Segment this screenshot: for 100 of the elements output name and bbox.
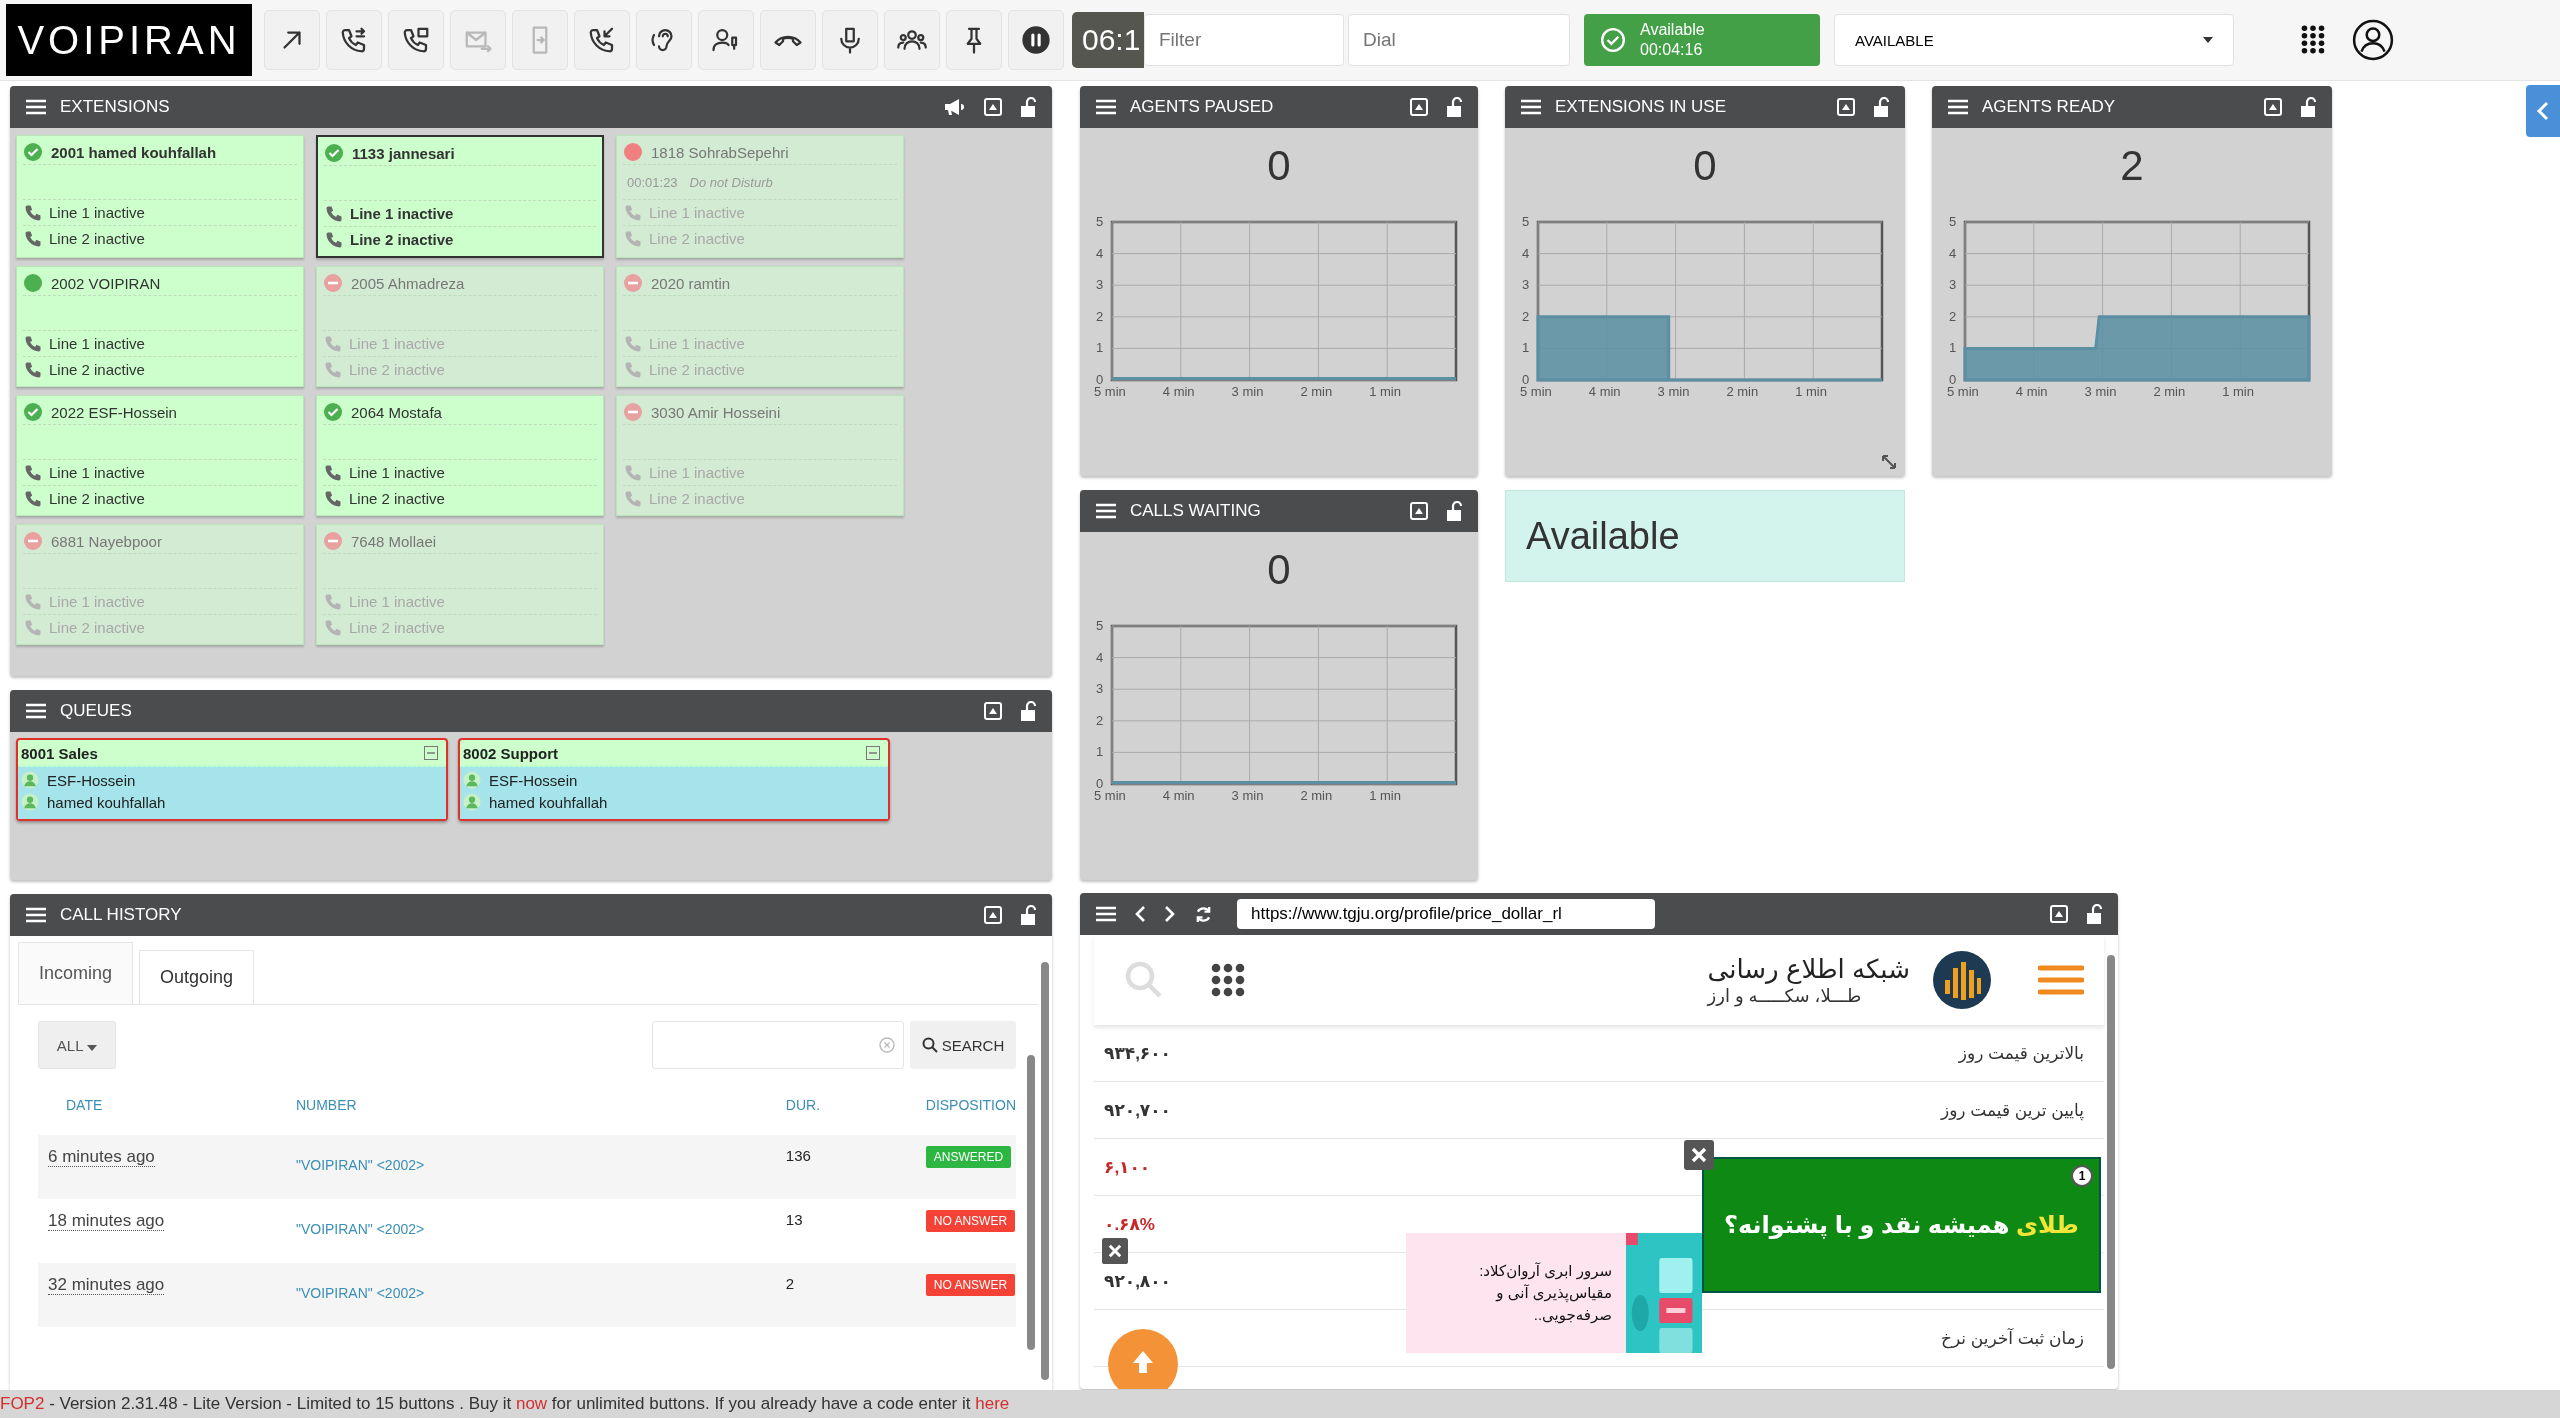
tick-label: 2 min	[1300, 788, 1333, 803]
bar-chart-logo-icon[interactable]	[1932, 950, 1992, 1010]
tick-label: 4	[1096, 649, 1104, 665]
maximize-icon[interactable]	[984, 98, 1002, 116]
line-status: Line 1 inactive	[350, 205, 454, 222]
line-status: Line 1 inactive	[649, 335, 745, 352]
unlock-icon[interactable]	[1020, 905, 1036, 925]
back-icon[interactable]	[1134, 905, 1146, 923]
tick-label: 5 min	[1947, 384, 1979, 399]
megaphone-icon[interactable]	[944, 98, 966, 116]
maximize-icon[interactable]	[1410, 502, 1428, 520]
search-button[interactable]: SEARCH	[910, 1021, 1016, 1069]
pickup-tool-button[interactable]	[574, 10, 630, 70]
extension-card[interactable]: 2002 VOIPIRAN Line 1 inactive Line 2 inactive	[16, 266, 304, 387]
maximize-icon[interactable]	[1837, 98, 1855, 116]
forward-icon[interactable]	[1164, 905, 1176, 923]
forward-tool-button[interactable]	[326, 10, 382, 70]
extension-card[interactable]: 2001 hamed kouhfallah Line 1 inactive Line 2 inactive	[16, 135, 304, 258]
tick-label: 5 min	[1520, 384, 1552, 399]
number-link[interactable]: "VOIPIRAN" <2002>	[295, 1157, 425, 1173]
column-header[interactable]: DUR.	[785, 1097, 926, 1135]
maximize-icon[interactable]	[984, 702, 1002, 720]
extension-card[interactable]: 3030 Amir Hosseini Line 1 inactive Line 2 inactive	[616, 395, 904, 516]
unlock-icon[interactable]	[2086, 904, 2102, 924]
transfer-tool-button[interactable]	[264, 10, 320, 70]
queue-card[interactable]: 8002 Support ESF-Hossein hamed kouhfallah	[458, 738, 890, 821]
whisper-tool-button[interactable]	[698, 10, 754, 70]
tick-label: 1	[1096, 744, 1104, 760]
unlock-icon[interactable]	[1446, 97, 1462, 117]
unlock-icon[interactable]	[2300, 97, 2316, 117]
line-status: Line 1 inactive	[349, 464, 445, 481]
user-icon	[21, 771, 39, 789]
extension-card[interactable]: 2064 Mostafa Line 1 inactive Line 2 inactive	[316, 395, 604, 516]
apps-grid-icon[interactable]	[1210, 962, 1246, 998]
conference-tool-button[interactable]	[884, 10, 940, 70]
link[interactable]: here	[975, 1394, 1010, 1413]
price-value: ۹۲۰,۸۰۰	[1104, 1270, 1171, 1292]
tab[interactable]: Outgoing	[139, 950, 255, 1004]
column-header[interactable]: DATE	[38, 1097, 296, 1135]
presence-button[interactable]: Available 00:04:16	[1584, 14, 1820, 66]
price-value: ۹۲۰,۷۰۰	[1104, 1099, 1171, 1121]
hangup-tool-button[interactable]	[760, 10, 816, 70]
unlock-icon[interactable]	[1446, 501, 1462, 521]
extension-card[interactable]: 7648 Mollaei Line 1 inactive Line 2 inactive	[316, 524, 604, 645]
record-tool-button[interactable]	[822, 10, 878, 70]
listen-tool-button[interactable]	[636, 10, 692, 70]
close-icon[interactable]	[1102, 1238, 1128, 1264]
link[interactable]: now	[515, 1394, 548, 1413]
column-header[interactable]: NUMBER	[295, 1097, 786, 1135]
panel-title: CALLS WAITING	[1130, 501, 1261, 521]
number-link[interactable]: "VOIPIRAN" <2002>	[295, 1221, 425, 1237]
close-icon[interactable]	[1684, 1140, 1714, 1170]
url-field[interactable]: https://www.tgju.org/profile/price_dollar_rl	[1237, 899, 1655, 929]
ad-text: سرور ابری آروان‌کلاد: مقیاس‌پذیری آنی و صرفه‌جویی..	[1478, 1261, 1613, 1326]
maximize-icon[interactable]	[2050, 905, 2068, 923]
collapse-icon[interactable]	[424, 746, 438, 760]
unlock-icon[interactable]	[1873, 97, 1889, 117]
tick-label: 3 min	[1657, 384, 1690, 399]
side-panel-toggle[interactable]	[2526, 85, 2560, 137]
search-field[interactable]	[652, 1021, 904, 1069]
extension-name: 2002 VOIPIRAN	[51, 274, 161, 292]
extension-card[interactable]: 2005 Ahmadreza Line 1 inactive Line 2 inactive	[316, 266, 604, 387]
extension-card[interactable]: 2020 ramtin Line 1 inactive Line 2 inactive	[616, 266, 904, 387]
tick-label: 1	[1096, 340, 1104, 356]
pin-tool-button[interactable]	[946, 10, 1002, 70]
status-select[interactable]: AVAILABLE	[1834, 14, 2234, 66]
date-cell: 6 minutes ago	[48, 1147, 155, 1167]
tick-label: 2 min	[2153, 384, 2186, 399]
ad-banner[interactable]: سرور ابری آروان‌کلاد: مقیاس‌پذیری آنی و صرفه‌جویی..	[1406, 1233, 1702, 1353]
tick-label: 4 min	[2015, 384, 2048, 399]
filter-dropdown[interactable]: ALL	[38, 1021, 116, 1069]
extension-card[interactable]: 1818 SohrabSepehri 00:01:23 Do not Disturb Line 1 inactive Line 2 inactive	[616, 135, 904, 258]
tick-label: 4	[1096, 245, 1104, 261]
panel-title: AGENTS PAUSED	[1130, 97, 1274, 117]
column-header[interactable]: DISPOSITION	[925, 1097, 1016, 1135]
collapse-icon[interactable]	[866, 746, 880, 760]
tick-label: 5	[1949, 214, 1957, 229]
user-icon[interactable]	[2352, 19, 2394, 61]
filter-field[interactable]: Filter	[1144, 14, 1344, 66]
pause-tool-button[interactable]	[1008, 10, 1064, 70]
tab[interactable]: Incoming	[18, 942, 134, 1004]
dial-field[interactable]: Dial	[1348, 14, 1570, 66]
refresh-icon[interactable]	[1194, 904, 1213, 924]
queue-card[interactable]: 8001 Sales ESF-Hossein hamed kouhfallah	[16, 738, 448, 821]
extension-card[interactable]: 2022 ESF-Hossein Line 1 inactive Line 2 inactive	[16, 395, 304, 516]
line-status: Line 1 inactive	[649, 464, 745, 481]
extension-card[interactable]: 1133 jannesari Line 1 inactive Line 2 inactive	[316, 135, 604, 258]
maximize-icon[interactable]	[2264, 98, 2282, 116]
resize-icon[interactable]	[1881, 454, 1897, 470]
line-status: Line 2 inactive	[49, 490, 145, 507]
panel-title: CALL HISTORY	[60, 905, 182, 925]
line-status: Line 2 inactive	[49, 230, 145, 247]
number-link[interactable]: "VOIPIRAN" <2002>	[295, 1285, 425, 1301]
unlock-icon[interactable]	[1020, 701, 1036, 721]
extension-card[interactable]: 6881 Nayebpoor Line 1 inactive Line 2 inactive	[16, 524, 304, 645]
maximize-icon[interactable]	[984, 906, 1002, 924]
voicemail-tool-button[interactable]	[388, 10, 444, 70]
dialpad-icon[interactable]	[2300, 24, 2326, 56]
maximize-icon[interactable]	[1410, 98, 1428, 116]
unlock-icon[interactable]	[1020, 97, 1036, 117]
